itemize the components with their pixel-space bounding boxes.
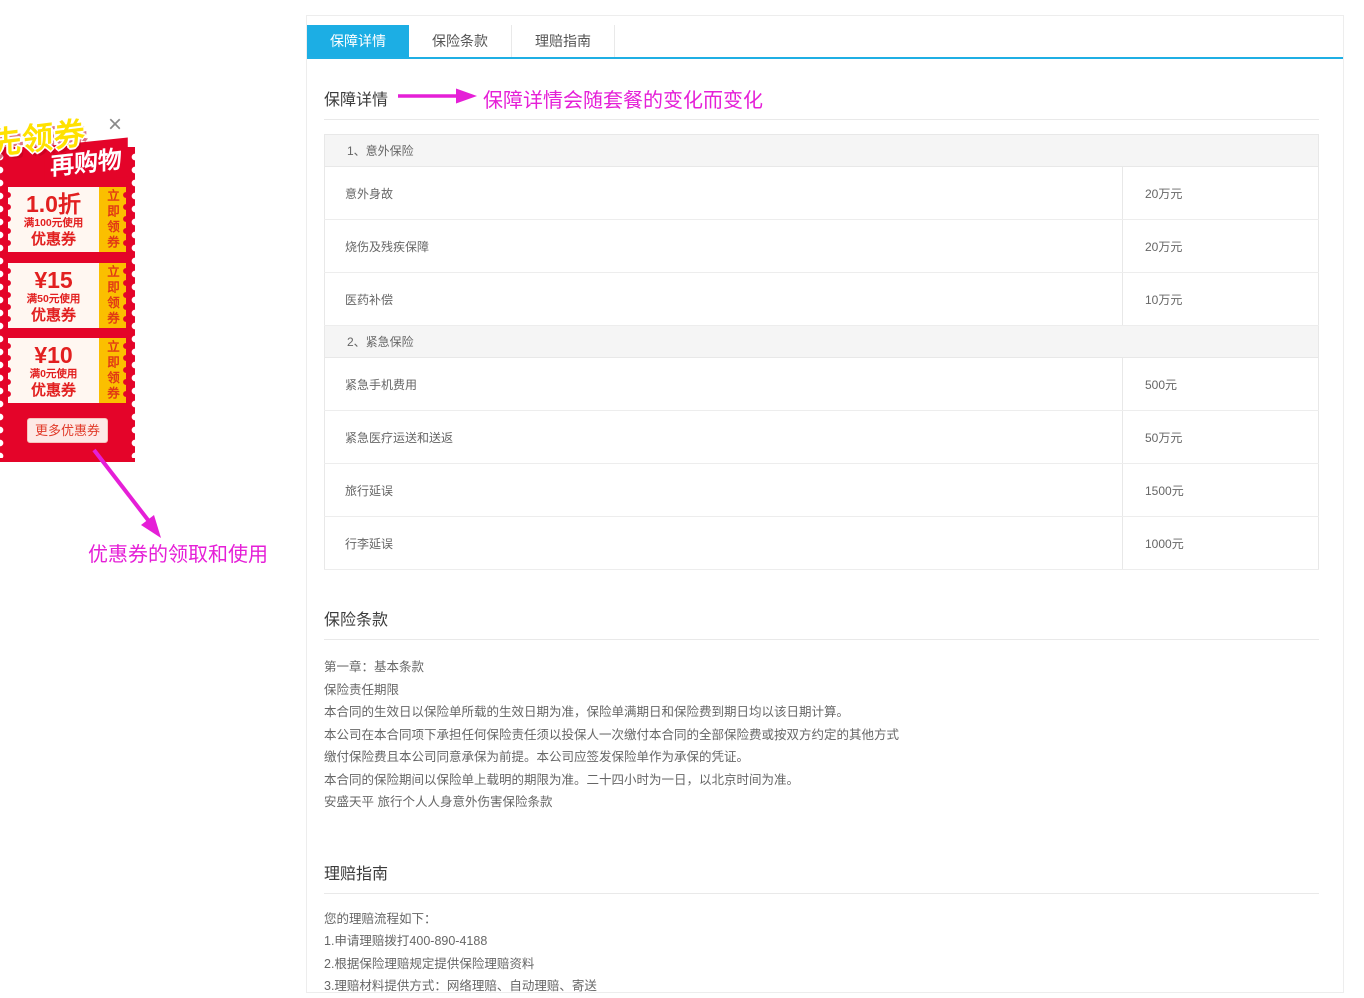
- coupon-label: 优惠券: [31, 307, 76, 324]
- terms-line: 本公司在本合同项下承担任何保险责任须以投保人一次缴付本合同的全部保险费或按双方约…: [324, 724, 1319, 747]
- claim-coupon-button[interactable]: 立即领券: [99, 338, 126, 403]
- coverage-group-title: 2、紧急保险: [325, 326, 1319, 358]
- coupon-amount: ¥15: [34, 268, 72, 292]
- tab-bar: 保障详情 保险条款 理赔指南: [307, 16, 1343, 59]
- claim-coupon-label: 立即领券: [103, 340, 122, 402]
- coverage-group-header: 2、紧急保险: [325, 326, 1319, 358]
- terms-line: 第一章：基本条款: [324, 656, 1319, 679]
- terms-line: 缴付保险费且本公司同意承保为前提。本公司应签发保险单作为承保的凭证。: [324, 746, 1319, 769]
- tab-insurance-terms[interactable]: 保险条款: [409, 25, 512, 57]
- coverage-item-name: 旅行延误: [325, 464, 1123, 517]
- claim-coupon-button[interactable]: 立即领券: [99, 263, 126, 328]
- terms-line: 保险责任期限: [324, 679, 1319, 702]
- coverage-group-title: 1、意外保险: [325, 135, 1319, 167]
- coverage-row: 烧伤及残疾保障 20万元: [325, 220, 1319, 273]
- claims-line: 2.根据保险理赔规定提供保险理赔资料: [324, 953, 1319, 976]
- coupon-condition: 满100元使用: [24, 217, 84, 230]
- coupon-card[interactable]: 1.0折 满100元使用 优惠券 立即领券: [8, 187, 126, 252]
- coupon-info: ¥15 满50元使用 优惠券: [8, 263, 99, 328]
- coverage-table: 1、意外保险 意外身故 20万元 烧伤及残疾保障 20万元 医药补偿 10万元 …: [324, 134, 1319, 570]
- claims-section-title: 理赔指南: [324, 866, 388, 883]
- coverage-item-value: 20万元: [1123, 220, 1319, 273]
- coupon-widget: 1.0折 满100元使用 优惠券 立即领券 ¥15 满50元使用 优惠券 立即领…: [0, 147, 135, 462]
- annotation-arrow-diagonal-icon: [82, 446, 182, 546]
- coverage-row: 旅行延误 1500元: [325, 464, 1319, 517]
- coupon-condition: 满50元使用: [27, 293, 81, 306]
- coverage-item-value: 1000元: [1123, 517, 1319, 570]
- coverage-section-title: 保障详情: [324, 92, 388, 109]
- coverage-item-value: 50万元: [1123, 411, 1319, 464]
- claim-coupon-button[interactable]: 立即领券: [99, 187, 126, 252]
- terms-section-title: 保险条款: [324, 612, 388, 629]
- more-coupons-button[interactable]: 更多优惠券: [27, 418, 108, 443]
- tab-coverage-details[interactable]: 保障详情: [307, 25, 409, 57]
- coupon-label: 优惠券: [31, 382, 76, 399]
- coupon-info: ¥10 满0元使用 优惠券: [8, 338, 99, 403]
- claims-line: 1.申请理赔拨打400-890-4188: [324, 930, 1319, 953]
- coupon-amount: 1.0折: [26, 192, 81, 216]
- coverage-item-value: 10万元: [1123, 273, 1319, 326]
- claim-coupon-label: 立即领券: [103, 265, 122, 327]
- claims-section-header: 理赔指南: [324, 860, 1319, 894]
- coupon-label: 优惠券: [31, 231, 76, 248]
- coverage-row: 行李延误 1000元: [325, 517, 1319, 570]
- product-detail-panel: 保障详情 保险条款 理赔指南 保障详情 1、意外保险 意外身故 20万元 烧伤及…: [306, 15, 1344, 993]
- coverage-item-value: 500元: [1123, 358, 1319, 411]
- tab-claims-guide[interactable]: 理赔指南: [512, 25, 615, 57]
- coverage-item-value: 20万元: [1123, 167, 1319, 220]
- terms-text: 第一章：基本条款 保险责任期限 本合同的生效日以保险单所载的生效日期为准，保险单…: [324, 656, 1319, 814]
- coupon-info: 1.0折 满100元使用 优惠券: [8, 187, 99, 252]
- coverage-row: 医药补偿 10万元: [325, 273, 1319, 326]
- claims-line: 3.理赔材料提供方式：网络理赔、自动理赔、寄送: [324, 975, 1319, 998]
- coverage-item-name: 紧急医疗运送和送返: [325, 411, 1123, 464]
- coverage-row: 意外身故 20万元: [325, 167, 1319, 220]
- terms-line: 安盛天平 旅行个人人身意外伤害保险条款: [324, 791, 1319, 814]
- close-icon[interactable]: ×: [102, 112, 128, 138]
- claims-line: 您的理赔流程如下：: [324, 908, 1319, 931]
- coupon-card[interactable]: ¥10 满0元使用 优惠券 立即领券: [8, 338, 126, 403]
- coverage-item-name: 烧伤及残疾保障: [325, 220, 1123, 273]
- coupon-amount: ¥10: [34, 343, 72, 367]
- coverage-item-name: 紧急手机费用: [325, 358, 1123, 411]
- claim-coupon-label: 立即领券: [103, 189, 122, 251]
- terms-section-header: 保险条款: [324, 606, 1319, 640]
- terms-line: 本合同的生效日以保险单所载的生效日期为准，保险单满期日和保险费到期日均以该日期计…: [324, 701, 1319, 724]
- coupon-card[interactable]: ¥15 满50元使用 优惠券 立即领券: [8, 263, 126, 328]
- coverage-row: 紧急医疗运送和送返 50万元: [325, 411, 1319, 464]
- tab-content: 保障详情 1、意外保险 意外身故 20万元 烧伤及残疾保障 20万元 医药补偿 …: [307, 86, 1343, 998]
- coverage-group-header: 1、意外保险: [325, 135, 1319, 167]
- annotation-arrow-right-icon: [398, 85, 480, 107]
- coverage-item-name: 行李延误: [325, 517, 1123, 570]
- coverage-item-name: 意外身故: [325, 167, 1123, 220]
- coupon-annotation-note: 优惠券的领取和使用: [88, 538, 268, 567]
- coverage-annotation-note: 保障详情会随套餐的变化而变化: [483, 84, 763, 113]
- terms-line: 本合同的保险期间以保险单上载明的期限为准。二十四小时为一日，以北京时间为准。: [324, 769, 1319, 792]
- coverage-item-name: 医药补偿: [325, 273, 1123, 326]
- claims-text: 您的理赔流程如下： 1.申请理赔拨打400-890-4188 2.根据保险理赔规…: [324, 908, 1319, 998]
- coupon-condition: 满0元使用: [30, 368, 78, 381]
- coverage-row: 紧急手机费用 500元: [325, 358, 1319, 411]
- coverage-item-value: 1500元: [1123, 464, 1319, 517]
